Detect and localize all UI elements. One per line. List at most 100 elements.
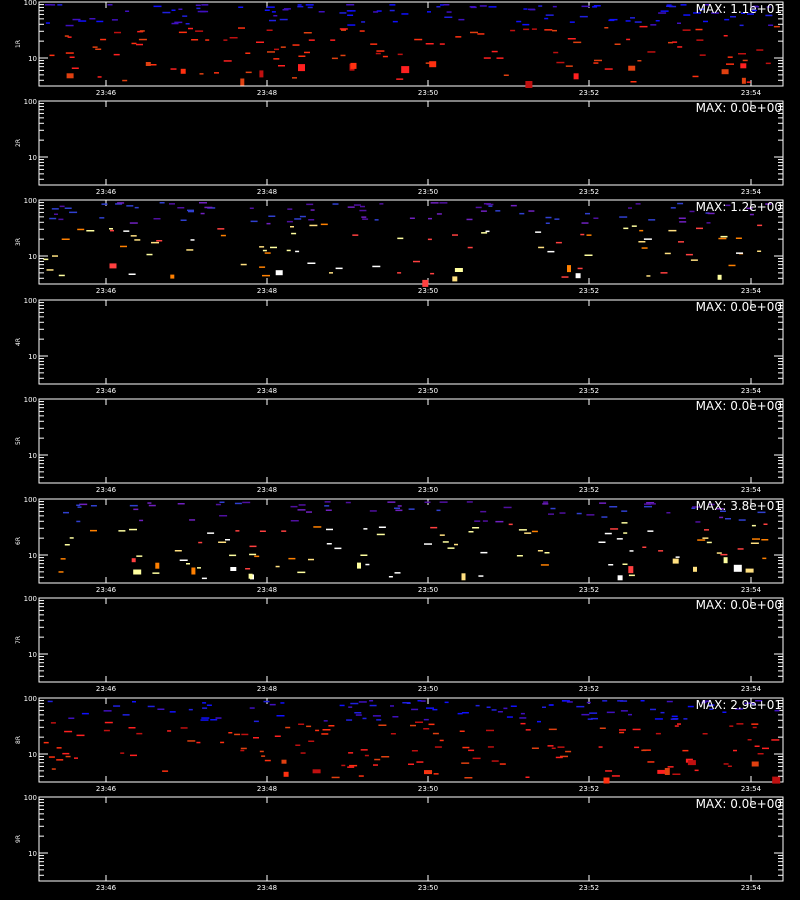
8r-event-mark [605, 770, 613, 772]
1r-event-mark [479, 5, 487, 7]
3r-event-mark [291, 232, 297, 235]
6r-event-mark [616, 538, 623, 540]
1r-event-mark [522, 23, 530, 26]
1r-axis-label: 1R [15, 40, 22, 48]
6r-event-mark [540, 564, 549, 566]
1r-event-mark [122, 79, 128, 82]
6r-event-mark [604, 532, 612, 535]
6r-event-mark [90, 529, 97, 532]
1r-event-mark [637, 60, 642, 62]
6r-event-mark [436, 509, 441, 512]
8r-event-mark [411, 750, 418, 752]
8r-event-mark [358, 775, 364, 777]
8r-event-mark [206, 704, 212, 706]
panel-8r: 100 10 8R 23:46 23:48 23:50 23:52 23:54 MAX: 2.… [0, 696, 800, 796]
1r-event-mark [44, 4, 52, 6]
3r-event-mark [309, 224, 318, 227]
5r-xtick-label: 23:54 [741, 486, 762, 494]
3r-event-mark [259, 266, 266, 268]
6r-event-mark [63, 511, 69, 514]
3r-event-mark [580, 233, 585, 236]
8r-ytick-label: 100 [24, 696, 37, 703]
1r-event-mark [64, 35, 69, 37]
8r-event-mark [113, 705, 121, 707]
3r-event-mark [266, 222, 271, 225]
8r-event-mark [373, 764, 378, 766]
9r-ytick-label: 10 [28, 850, 37, 858]
3r-event-mark [535, 231, 542, 233]
1r-event-mark [470, 31, 478, 34]
8r-event-mark [68, 717, 75, 719]
3r-event-mark [466, 218, 473, 221]
panel-7r-max: MAX: 0.0e+00 [695, 598, 782, 612]
4r-xtick-label: 23:54 [741, 387, 762, 395]
1r-event-mark [692, 75, 699, 78]
6r-xtick-label: 23:54 [741, 586, 762, 594]
6r-event-mark [249, 553, 257, 556]
6r-event-mark [752, 538, 760, 540]
3r-event-mark [130, 235, 137, 237]
8r-event-mark [682, 749, 689, 752]
6r-event-mark [548, 513, 554, 515]
1r-event-mark [259, 70, 264, 78]
1r-event-mark [188, 27, 193, 30]
6r-event-mark [297, 571, 306, 574]
5r-xtick-label: 23:48 [257, 486, 277, 494]
1r-event-mark [569, 21, 575, 23]
3r-event-mark [126, 205, 134, 207]
1r-event-mark [565, 65, 573, 67]
3r-event-mark [397, 237, 404, 240]
1r-event-mark [593, 62, 599, 64]
1r-event-mark [544, 17, 549, 20]
6r-event-mark [152, 572, 160, 574]
6r-event-mark [675, 556, 680, 558]
panel-7r-plot: 100 10 7R 23:46 23:48 23:50 23:52 23:54 [15, 596, 784, 693]
6r-event-mark [430, 526, 438, 529]
8r-event-mark [392, 716, 399, 718]
panel-3r: 100 10 3R 23:46 23:48 23:50 23:52 23:54 MAX: 1.… [0, 198, 800, 298]
1r-event-mark [488, 6, 497, 8]
8r-event-mark [323, 720, 328, 722]
8r-event-mark [328, 725, 335, 727]
8r-event-mark [136, 732, 143, 735]
4r-frame [38, 299, 784, 385]
6r-event-mark [387, 501, 396, 503]
8r-event-mark [261, 755, 266, 757]
3r-event-mark [452, 276, 458, 282]
3r-event-mark [454, 268, 463, 272]
6r-event-mark [76, 520, 81, 523]
1r-event-mark [677, 46, 683, 48]
1r-xtick-label: 23:54 [741, 89, 762, 97]
6r-event-mark [133, 508, 139, 511]
1r-event-mark [604, 68, 613, 70]
8r-event-mark [104, 721, 113, 724]
8r-event-mark [188, 708, 193, 711]
6r-event-mark [647, 530, 654, 532]
8r-event-mark [390, 733, 396, 735]
8r-event-mark [167, 730, 172, 732]
8r-event-mark [486, 729, 494, 732]
1r-event-mark [245, 52, 251, 54]
4r-ytick-label: 10 [28, 353, 37, 361]
3r-event-mark [347, 206, 355, 208]
panel-9r-max: MAX: 0.0e+00 [695, 797, 782, 811]
1r-event-mark [245, 71, 252, 74]
1r-event-mark [680, 4, 687, 6]
3r-event-mark [545, 222, 550, 224]
8r-event-mark [426, 707, 434, 709]
6r-event-mark [474, 520, 481, 522]
6r-event-mark [622, 563, 628, 565]
6r-event-mark [378, 526, 386, 528]
8r-event-mark [519, 717, 527, 719]
7r-xtick-label: 23:46 [96, 685, 117, 693]
3r-event-mark [413, 260, 420, 263]
3r-event-mark [575, 273, 581, 279]
1r-event-mark [267, 51, 275, 53]
8r-event-mark [376, 719, 382, 721]
6r-event-mark [723, 557, 728, 564]
8r-event-mark [426, 771, 433, 773]
6r-event-mark [281, 530, 287, 532]
8r-event-mark [565, 750, 572, 753]
8r-event-mark [415, 721, 423, 723]
6r-event-mark [439, 501, 448, 503]
